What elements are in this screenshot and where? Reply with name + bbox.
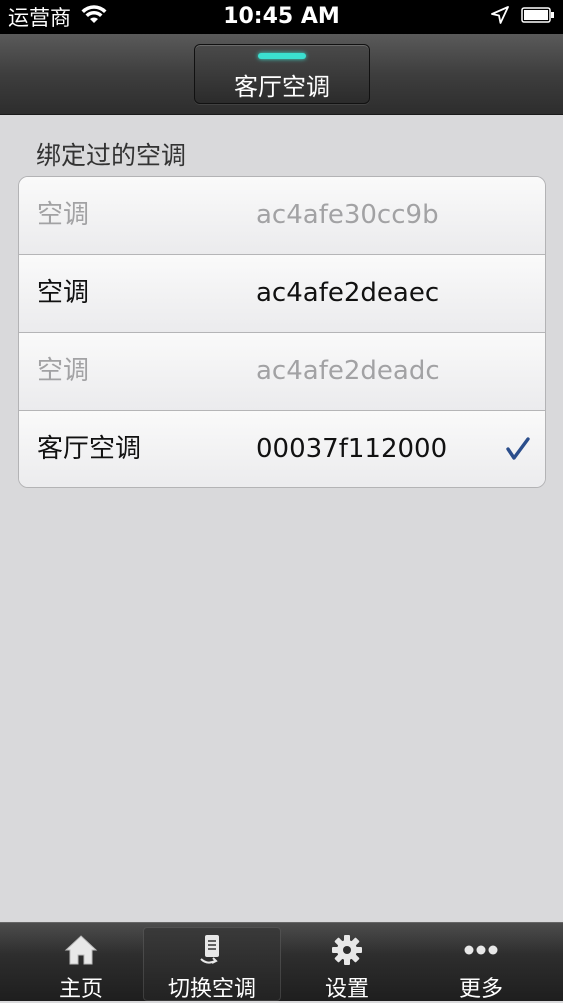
ac-list-item[interactable]: 空调 ac4afe2deaec bbox=[19, 255, 545, 333]
status-right bbox=[491, 0, 555, 34]
section-header: 绑定过的空调 bbox=[36, 141, 187, 170]
more-icon bbox=[412, 933, 550, 967]
location-arrow-icon bbox=[491, 6, 509, 28]
ac-name: 空调 bbox=[37, 356, 90, 386]
status-bar: 运营商 10:45 AM bbox=[0, 0, 563, 34]
current-ac-title-button[interactable]: 客厅空调 bbox=[194, 44, 370, 104]
ac-list-item-selected[interactable]: 客厅空调 00037f112000 bbox=[19, 411, 545, 487]
tab-label: 设置 bbox=[324, 977, 369, 1002]
tab-home[interactable]: 主页 bbox=[12, 927, 150, 1002]
tab-settings[interactable]: 设置 bbox=[278, 927, 416, 1002]
tab-label: 更多 bbox=[458, 977, 503, 1002]
ac-mac: ac4afe30cc9b bbox=[256, 200, 439, 230]
nav-bar: 客厅空调 bbox=[0, 34, 563, 115]
bound-ac-list: 空调 ac4afe30cc9b 空调 ac4afe2deaec 空调 ac4af… bbox=[18, 176, 546, 488]
status-time: 10:45 AM bbox=[223, 4, 340, 29]
home-icon bbox=[12, 933, 150, 967]
tab-switch-ac[interactable]: 切换空调 bbox=[143, 927, 281, 1002]
switch-device-icon bbox=[143, 933, 281, 967]
tab-label: 主页 bbox=[58, 977, 103, 1002]
ac-name: 空调 bbox=[37, 200, 90, 230]
ac-mac: 00037f112000 bbox=[256, 434, 448, 464]
checkmark-icon bbox=[505, 436, 531, 462]
nav-title: 客厅空调 bbox=[234, 73, 330, 101]
gear-icon bbox=[278, 933, 416, 967]
tab-more[interactable]: 更多 bbox=[412, 927, 550, 1002]
battery-icon bbox=[521, 7, 555, 27]
tab-label: 切换空调 bbox=[167, 977, 256, 1002]
ac-mac: ac4afe2deaec bbox=[256, 278, 440, 308]
title-indicator bbox=[258, 53, 306, 59]
ac-list-item[interactable]: 空调 ac4afe2deadc bbox=[19, 333, 545, 411]
ac-name: 空调 bbox=[37, 278, 90, 308]
ac-name: 客厅空调 bbox=[37, 434, 142, 464]
ac-mac: ac4afe2deadc bbox=[256, 356, 440, 386]
ac-list-item[interactable]: 空调 ac4afe30cc9b bbox=[19, 177, 545, 255]
tab-bar: 主页 切换空调 设置 更多 bbox=[0, 922, 563, 1002]
